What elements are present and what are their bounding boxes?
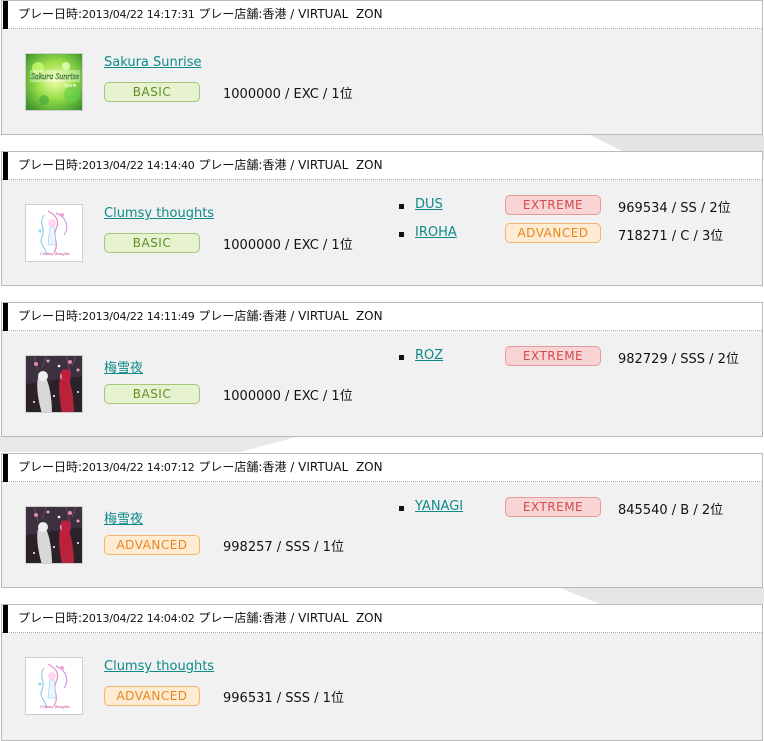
play-shop-label: プレー店舗: (198, 158, 263, 172)
score-result: 1000000 / EXC / 1位 (223, 389, 353, 404)
rival-row: DUS EXTREME 969534 / SS / 2位 (2, 195, 764, 221)
jacket-caption: Clumsy thoughts (40, 704, 70, 709)
bullet-icon (399, 355, 404, 360)
rival-score-result: 718271 / C / 3位 (618, 229, 724, 244)
jacket-caption: Ryu★ (63, 83, 77, 89)
play-shop-value: 香港 / VIRTUAL ZON (262, 7, 383, 21)
play-date-label: プレー日時: (18, 460, 83, 474)
rival-difficulty-badge: EXTREME (505, 346, 601, 366)
score-result: 996531 / SSS / 1位 (223, 691, 344, 706)
play-entry-header: プレー日時:2013/04/22 14:04:02 プレー店舗:香港 / VIR… (2, 605, 762, 633)
play-date-value: 2013/04/22 14:11:49 (82, 310, 195, 323)
play-shop-label: プレー店舗: (198, 460, 263, 474)
play-date-label: プレー日時: (18, 309, 83, 323)
play-entry-header: プレー日時:2013/04/22 14:17:31 プレー店舗:香港 / VIR… (2, 1, 762, 29)
play-shop-label: プレー店舗: (198, 7, 263, 21)
rival-row: ROZ EXTREME 982729 / SSS / 2位 (2, 346, 764, 372)
play-entry: プレー日時:2013/04/22 14:04:02 プレー店舗:香港 / VIR… (1, 604, 763, 741)
difficulty-badge: BASIC (104, 384, 200, 404)
play-shop-label: プレー店舗: (198, 611, 263, 625)
rival-row: IROHA ADVANCED 718271 / C / 3位 (2, 223, 764, 249)
play-date-label: プレー日時: (18, 7, 83, 21)
play-entry-header: プレー日時:2013/04/22 14:14:40 プレー店舗:香港 / VIR… (2, 152, 762, 180)
rival-score-result: 969534 / SS / 2位 (618, 201, 731, 216)
rival-name-link[interactable]: IROHA (415, 225, 457, 240)
play-shop-label: プレー店舗: (198, 309, 263, 323)
clumsy-thoughts-jacket: Clumsy thoughts (25, 657, 83, 715)
play-shop-value: 香港 / VIRTUAL ZON (262, 611, 383, 625)
rival-score-result: 982729 / SSS / 2位 (618, 352, 739, 367)
bullet-icon (399, 204, 404, 209)
rival-difficulty-badge: EXTREME (505, 195, 601, 215)
play-entry: プレー日時:2013/04/22 14:14:40 プレー店舗:香港 / VIR… (1, 151, 763, 286)
play-date-label: プレー日時: (18, 158, 83, 172)
play-entry: プレー日時:2013/04/22 14:07:12 プレー店舗:香港 / VIR… (1, 453, 763, 588)
jacket-caption: Clumsy thoughts (40, 251, 70, 256)
rival-name-link[interactable]: DUS (415, 197, 443, 212)
rival-difficulty-badge: ADVANCED (505, 223, 601, 243)
rival-name-link[interactable]: ROZ (415, 348, 443, 363)
play-shop-value: 香港 / VIRTUAL ZON (262, 158, 383, 172)
play-entry: プレー日時:2013/04/22 14:11:49 プレー店舗:香港 / VIR… (1, 302, 763, 437)
rival-row: YANAGI EXTREME 845540 / B / 2位 (2, 497, 764, 523)
rival-name-link[interactable]: YANAGI (415, 499, 463, 514)
rival-score-result: 845540 / B / 2位 (618, 503, 724, 518)
difficulty-badge: ADVANCED (104, 686, 200, 706)
play-entry: プレー日時:2013/04/22 14:17:31 プレー店舗:香港 / VIR… (1, 0, 763, 135)
rival-difficulty-badge: EXTREME (505, 497, 601, 517)
difficulty-badge: BASIC (104, 82, 200, 102)
song-title-link[interactable]: Sakura Sunrise (104, 55, 202, 70)
play-date-value: 2013/04/22 14:14:40 (82, 159, 195, 172)
play-shop-value: 香港 / VIRTUAL ZON (262, 460, 383, 474)
play-date-label: プレー日時: (18, 611, 83, 625)
jacket-caption: Sakura Sunrise (31, 72, 80, 81)
score-result: 1000000 / EXC / 1位 (223, 87, 353, 102)
play-date-value: 2013/04/22 14:07:12 (82, 461, 195, 474)
bullet-icon (399, 232, 404, 237)
play-date-value: 2013/04/22 14:17:31 (82, 8, 195, 21)
song-title-link[interactable]: Clumsy thoughts (104, 659, 214, 674)
play-shop-value: 香港 / VIRTUAL ZON (262, 309, 383, 323)
play-entry-header: プレー日時:2013/04/22 14:07:12 プレー店舗:香港 / VIR… (2, 454, 762, 482)
bullet-icon (399, 506, 404, 511)
score-result: 998257 / SSS / 1位 (223, 540, 344, 555)
play-date-value: 2013/04/22 14:04:02 (82, 612, 195, 625)
sakura-sunrise-jacket: Sakura Sunrise Ryu★ (25, 53, 83, 111)
play-entry-header: プレー日時:2013/04/22 14:11:49 プレー店舗:香港 / VIR… (2, 303, 762, 331)
difficulty-badge: ADVANCED (104, 535, 200, 555)
